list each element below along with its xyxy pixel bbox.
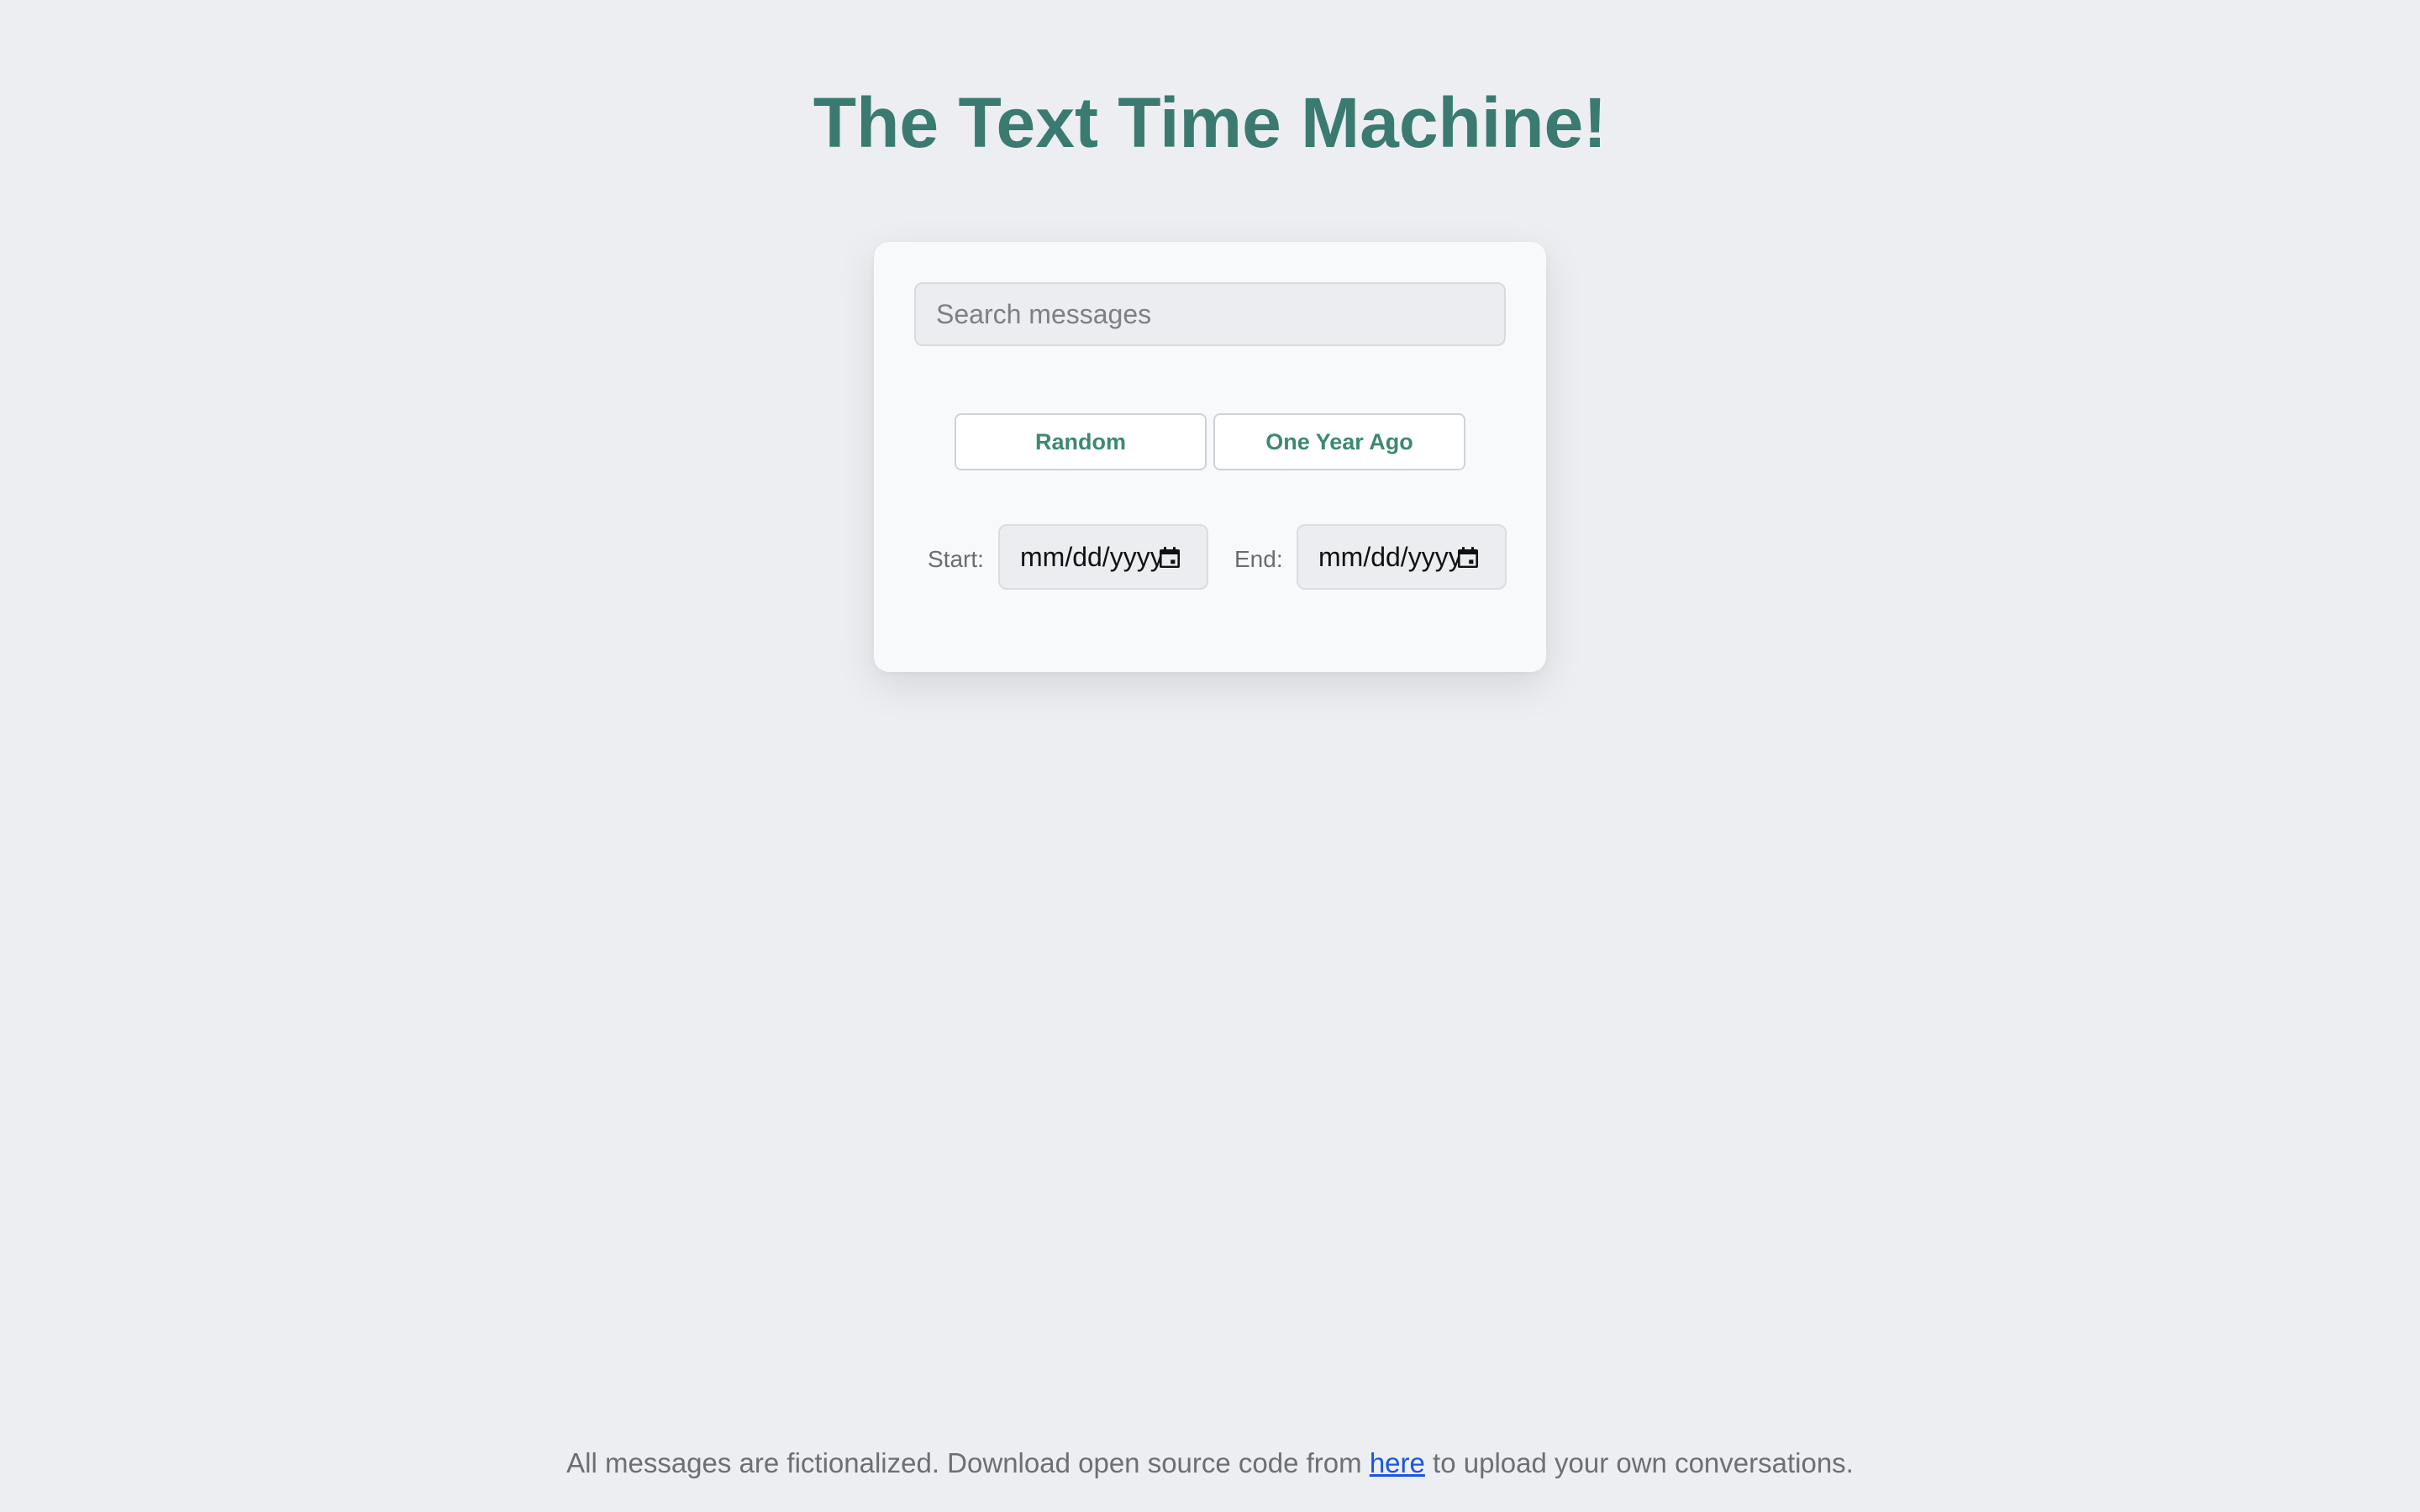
start-date-label: Start: — [928, 546, 984, 572]
footer-note: All messages are fictionalized. Download… — [0, 1446, 2420, 1480]
calendar-icon[interactable] — [1456, 546, 1480, 570]
start-date-input[interactable]: mm/dd/yyyy — [998, 524, 1208, 590]
footer-text-before: All messages are fictionalized. Download… — [566, 1447, 1370, 1478]
footer-text-after: to upload your own conversations. — [1424, 1447, 1854, 1478]
search-input[interactable] — [914, 282, 1506, 346]
start-date-value: mm/dd/yyyy — [1020, 542, 1161, 572]
end-date-input[interactable]: mm/dd/yyyy — [1297, 524, 1507, 590]
page-title: The Text Time Machine! — [813, 83, 1607, 162]
end-date-label: End: — [1234, 546, 1283, 572]
random-button[interactable]: Random — [955, 413, 1207, 470]
calendar-icon[interactable] — [1158, 546, 1181, 570]
one-year-ago-button[interactable]: One Year Ago — [1213, 413, 1465, 470]
search-card: Random One Year Ago Start: mm/dd/yyyy En… — [874, 242, 1546, 672]
source-code-link[interactable]: here — [1370, 1447, 1425, 1478]
end-date-value: mm/dd/yyyy — [1318, 542, 1460, 572]
